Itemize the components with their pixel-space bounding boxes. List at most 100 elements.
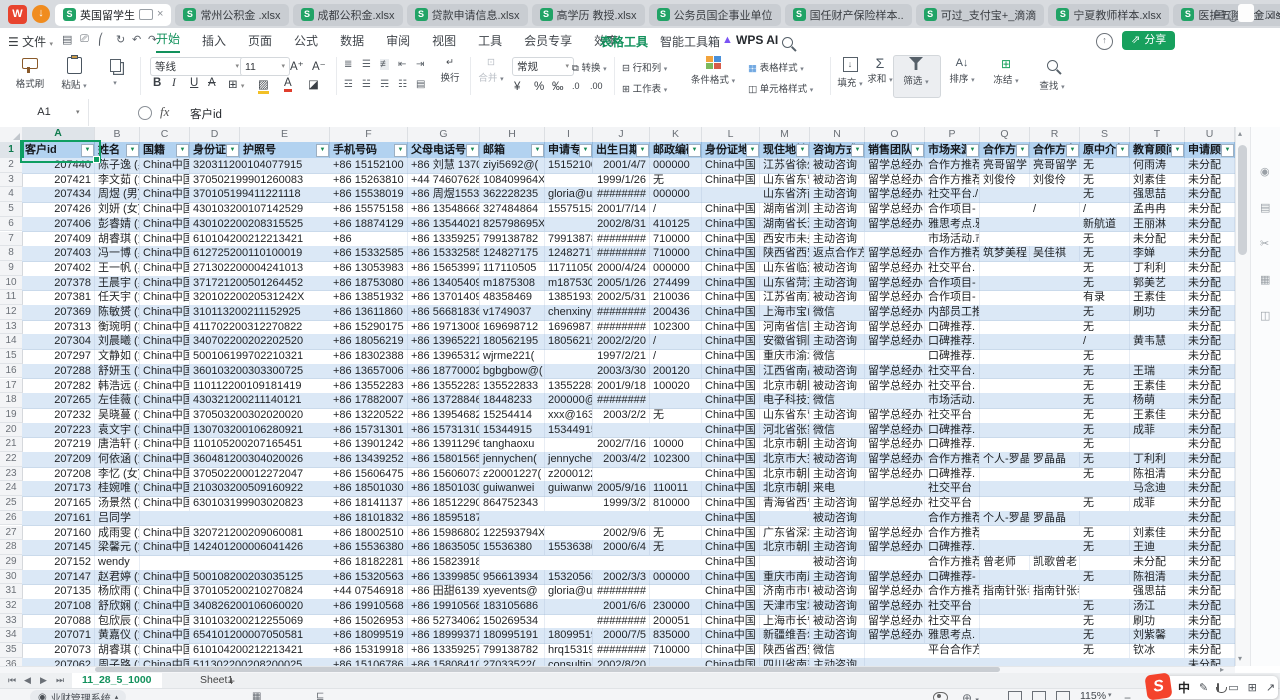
cell[interactable]: China中国 bbox=[140, 290, 190, 305]
cell[interactable]: 新疆维吾尔 bbox=[760, 628, 810, 643]
cell[interactable]: 被动咨询 bbox=[810, 379, 865, 394]
cell[interactable]: 207088 bbox=[22, 614, 95, 629]
cell[interactable]: +86 1396522100 bbox=[408, 334, 480, 349]
cell[interactable]: 主动咨询 bbox=[810, 540, 865, 555]
cell[interactable]: 成菲 bbox=[1130, 423, 1185, 438]
filter-dropdown-icon[interactable]: ▼ bbox=[1221, 144, 1234, 157]
cell[interactable]: 社交平台 bbox=[925, 599, 980, 614]
cell[interactable]: +86 52734062 bbox=[408, 614, 480, 629]
cell[interactable]: 340826200106060020 bbox=[190, 599, 240, 614]
cell[interactable]: China中国 bbox=[140, 334, 190, 349]
header-cell[interactable]: 手机号码▼ bbox=[330, 142, 408, 158]
cell[interactable]: 122593794XXX@163. bbox=[480, 526, 545, 541]
cell[interactable]: +86 1863505000 bbox=[408, 540, 480, 555]
cell[interactable]: 210303200509160922 bbox=[190, 481, 240, 496]
increase-decimal-icon[interactable]: .00 bbox=[590, 81, 603, 91]
increase-font-icon[interactable]: A⁺ bbox=[290, 59, 304, 73]
cell[interactable]: 未分配 bbox=[1185, 379, 1235, 394]
cell[interactable]: ######## bbox=[593, 584, 650, 599]
column-header-G[interactable]: G bbox=[408, 127, 480, 143]
cell[interactable]: 48358469 bbox=[480, 290, 545, 305]
cell[interactable]: 留学总经办 bbox=[865, 467, 925, 482]
row-header-15[interactable]: 15 bbox=[0, 349, 23, 364]
cell[interactable]: 合作项目- bbox=[925, 202, 980, 217]
cell[interactable]: China中国 bbox=[702, 364, 760, 379]
row-header-34[interactable]: 34 bbox=[0, 628, 23, 643]
cell[interactable]: 平台合作方 bbox=[925, 643, 980, 658]
ime-grid-icon[interactable]: ⊞ bbox=[1248, 681, 1257, 694]
cell[interactable]: 无 bbox=[1080, 187, 1130, 202]
cell[interactable]: China中国 bbox=[140, 467, 190, 482]
tab-list-icon[interactable]: ▤ bbox=[1214, 7, 1225, 21]
cell[interactable]: 吴佳祺 bbox=[1030, 246, 1080, 261]
cell[interactable]: +86 1598680231 bbox=[408, 526, 480, 541]
cell[interactable]: 810000 bbox=[650, 496, 702, 511]
cell[interactable]: China中国 bbox=[140, 452, 190, 467]
filter-dropdown-icon[interactable]: ▼ bbox=[531, 144, 544, 157]
cell[interactable]: +86 15536380 bbox=[330, 540, 408, 555]
sync-icon[interactable]: ↻ bbox=[116, 33, 125, 46]
cell[interactable]: China中国 bbox=[140, 217, 190, 232]
cell[interactable]: ######## bbox=[593, 232, 650, 247]
cell[interactable]: 留学总经办 bbox=[865, 526, 925, 541]
cell[interactable]: 指南针张老 bbox=[1030, 584, 1080, 599]
cell[interactable]: 北京市朝阳 bbox=[760, 481, 810, 496]
cell[interactable]: 230000 bbox=[650, 599, 702, 614]
cell[interactable]: 207378 bbox=[22, 276, 95, 291]
cell[interactable]: 留学总经办 bbox=[865, 379, 925, 394]
cell[interactable]: 返点合作方 bbox=[810, 246, 865, 261]
cell[interactable]: 成菲 bbox=[1130, 496, 1185, 511]
cell[interactable]: 未分配 bbox=[1185, 496, 1235, 511]
cell[interactable]: 710000 bbox=[650, 232, 702, 247]
cell[interactable]: 留学总经办 bbox=[865, 423, 925, 438]
document-tab[interactable]: S常州公积金 .xlsx bbox=[175, 4, 288, 26]
cell[interactable]: 110011 bbox=[650, 481, 702, 496]
cell[interactable]: +86 18056219 bbox=[330, 334, 408, 349]
filter-dropdown-icon[interactable]: ▼ bbox=[636, 144, 649, 157]
cell[interactable]: China中国 bbox=[702, 526, 760, 541]
cell[interactable]: 被动咨询 bbox=[810, 614, 865, 629]
cell[interactable]: 207403 bbox=[22, 246, 95, 261]
cell[interactable]: 留学总经办 bbox=[865, 158, 925, 173]
cell[interactable]: +86 15026953 bbox=[330, 614, 408, 629]
cell[interactable]: 主动咨询 bbox=[810, 658, 865, 666]
distribute-icon[interactable]: ▤ bbox=[416, 79, 424, 90]
cell[interactable]: 四川省南充 bbox=[760, 658, 810, 666]
filter-dropdown-icon[interactable]: ▼ bbox=[579, 144, 592, 157]
cell[interactable]: China中国 bbox=[140, 379, 190, 394]
cell[interactable]: 无 bbox=[1080, 496, 1130, 511]
cell[interactable]: China中国 bbox=[702, 246, 760, 261]
cell[interactable]: 山东省临沂 bbox=[760, 261, 810, 276]
cell[interactable]: 2000/6/4 bbox=[593, 540, 650, 555]
cell[interactable]: 北京市朝阳 bbox=[760, 437, 810, 452]
cell[interactable]: 未分配 bbox=[1185, 628, 1235, 643]
cell[interactable]: 207147 bbox=[22, 570, 95, 585]
document-tab[interactable]: S成都公积金.xlsx bbox=[293, 4, 403, 26]
cell[interactable]: 留学总经办 bbox=[865, 305, 925, 320]
cell[interactable]: China中国 bbox=[140, 393, 190, 408]
cell[interactable]: 合作方推荐 bbox=[925, 452, 980, 467]
cell[interactable]: 舒欣娴 (女 bbox=[95, 599, 140, 614]
cell[interactable]: +86 15575158 bbox=[330, 202, 408, 217]
cell[interactable]: 未分配 bbox=[1185, 349, 1235, 364]
cell[interactable]: 207304 bbox=[22, 334, 95, 349]
cell[interactable]: China中国 bbox=[702, 570, 760, 585]
cell[interactable]: +86 18753080 bbox=[330, 276, 408, 291]
horizontal-scroll-thumb[interactable] bbox=[95, 667, 1000, 672]
cell[interactable]: 市场活动. bbox=[925, 393, 980, 408]
menu-tab-审阅[interactable]: 审阅 bbox=[386, 29, 410, 53]
cell[interactable]: / bbox=[650, 202, 702, 217]
cell[interactable]: 430102200208315525 bbox=[190, 217, 240, 232]
cell[interactable]: 社交平台 bbox=[925, 614, 980, 629]
cell[interactable]: 杨萌 bbox=[1130, 393, 1185, 408]
cell[interactable]: 李文茹 (女 bbox=[95, 173, 140, 188]
cell[interactable]: 200051 bbox=[650, 614, 702, 629]
tab-close-icon[interactable]: × bbox=[157, 9, 163, 20]
cell[interactable]: +86 18002510 bbox=[330, 526, 408, 541]
row-header-9[interactable]: 9 bbox=[0, 261, 23, 276]
header-cell[interactable]: 邮政编码▼ bbox=[650, 142, 702, 158]
filter-dropdown-icon[interactable]: ▼ bbox=[316, 144, 329, 157]
cell[interactable]: 左佳薇 (女 bbox=[95, 393, 140, 408]
cell[interactable]: 207108 bbox=[22, 599, 95, 614]
cell[interactable]: 合作方推荐 bbox=[925, 526, 980, 541]
